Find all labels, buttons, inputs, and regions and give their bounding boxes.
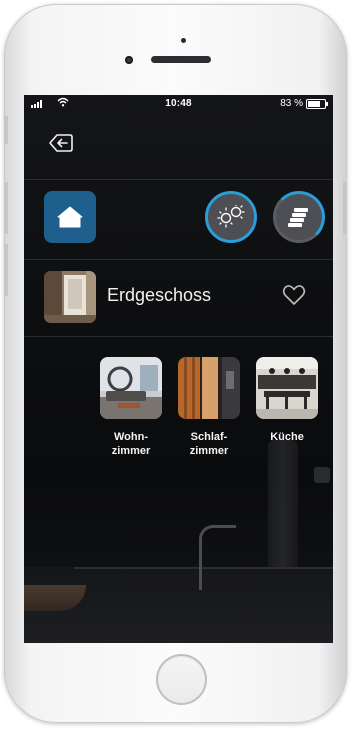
floor-thumbnail — [44, 271, 96, 323]
battery-percentage: 83 % — [280, 98, 303, 109]
floor-row[interactable]: Erdgeschoss — [24, 259, 333, 339]
volume-down-button — [4, 244, 8, 296]
lightbulbs-icon — [217, 205, 245, 228]
home-button[interactable] — [156, 654, 207, 705]
room-thumbnail — [178, 357, 240, 419]
proximity-sensor — [181, 38, 186, 43]
front-camera — [125, 56, 133, 64]
room-tile-kueche[interactable]: Küche — [256, 357, 318, 444]
background-socket — [314, 467, 330, 483]
layers-icon — [288, 208, 308, 227]
mute-switch — [4, 116, 8, 144]
house-icon — [57, 206, 83, 228]
floor-name: Erdgeschoss — [107, 285, 212, 305]
back-button[interactable] — [48, 132, 74, 154]
room-tile-schlafzimmer[interactable]: Schlaf- zimmer — [178, 357, 240, 458]
room-thumbnail — [100, 357, 162, 419]
battery-icon — [306, 99, 328, 109]
room-label: Küche — [270, 431, 304, 443]
room-label: Wohn- zimmer — [111, 431, 151, 457]
status-bar: 10:48 83 % — [24, 95, 333, 113]
app-screen: 10:48 83 % Erdgeschoss Wohn- zimmer Schl… — [24, 95, 333, 643]
floor-divider — [24, 336, 333, 337]
lights-button[interactable] — [205, 191, 257, 243]
scenes-button[interactable] — [273, 191, 325, 243]
earpiece-speaker — [151, 56, 211, 63]
heart-outline-icon[interactable] — [282, 284, 306, 306]
home-button-tile[interactable] — [44, 191, 96, 243]
room-label: Schlaf- zimmer — [189, 431, 229, 457]
background-faucet — [199, 525, 236, 590]
room-tile-wohnzimmer[interactable]: Wohn- zimmer — [100, 357, 162, 458]
room-thumbnail — [256, 357, 318, 419]
volume-up-button — [4, 182, 8, 234]
back-arrow-icon — [49, 134, 73, 152]
power-button — [343, 182, 347, 234]
header-divider — [24, 179, 333, 180]
